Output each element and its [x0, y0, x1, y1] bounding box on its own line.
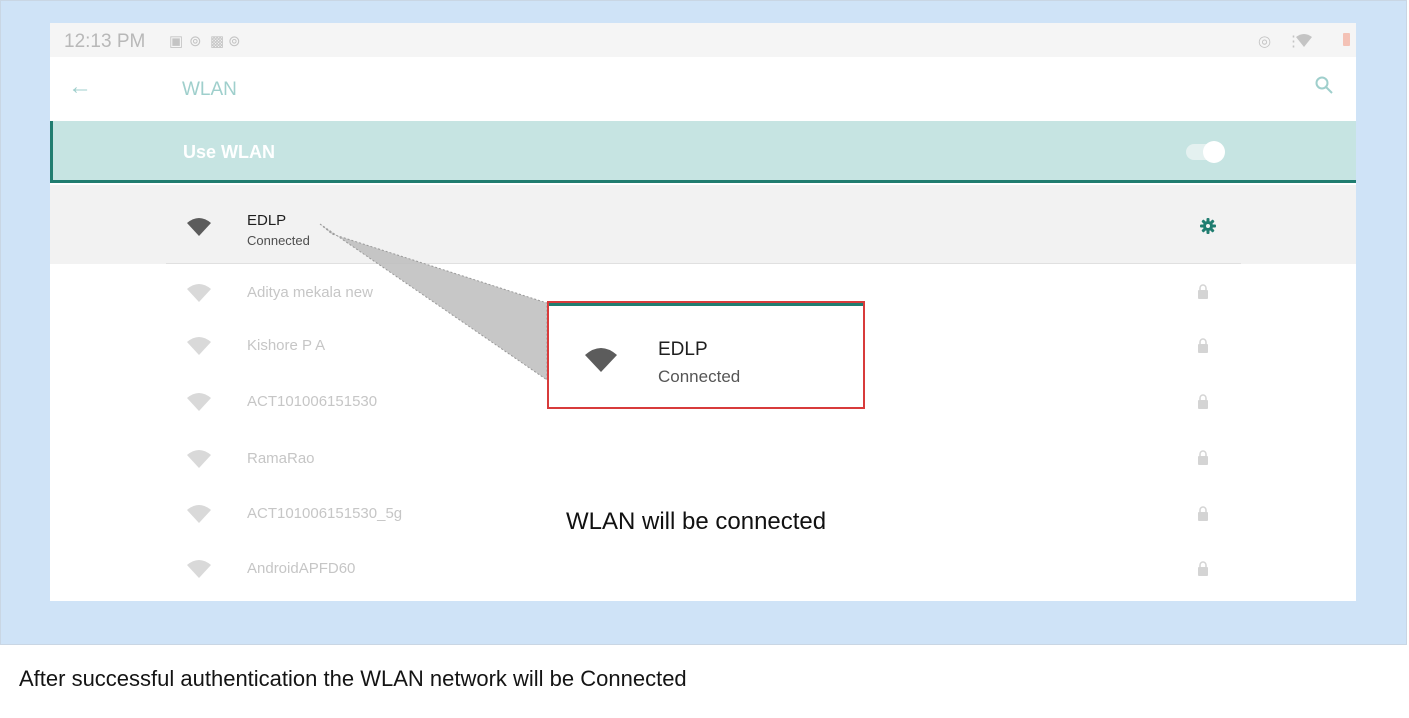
- tutorial-frame: 12:13 PM ▣ ⊚ ▩ ⊚ ◎ ⋮ ← WLAN Use WLAN EDL…: [0, 0, 1407, 645]
- callout-accent-bar: [549, 303, 863, 306]
- callout-caption: WLAN will be connected: [566, 508, 827, 535]
- footer-caption: After successful authentication the WLAN…: [19, 666, 687, 691]
- wifi-signal-icon: [585, 348, 617, 372]
- callout-network-status: Connected: [658, 367, 741, 386]
- callout-network-name: EDLP: [658, 339, 708, 360]
- zoom-callout: EDLP Connected: [547, 301, 865, 409]
- android-screen: 12:13 PM ▣ ⊚ ▩ ⊚ ◎ ⋮ ← WLAN Use WLAN EDL…: [50, 23, 1356, 601]
